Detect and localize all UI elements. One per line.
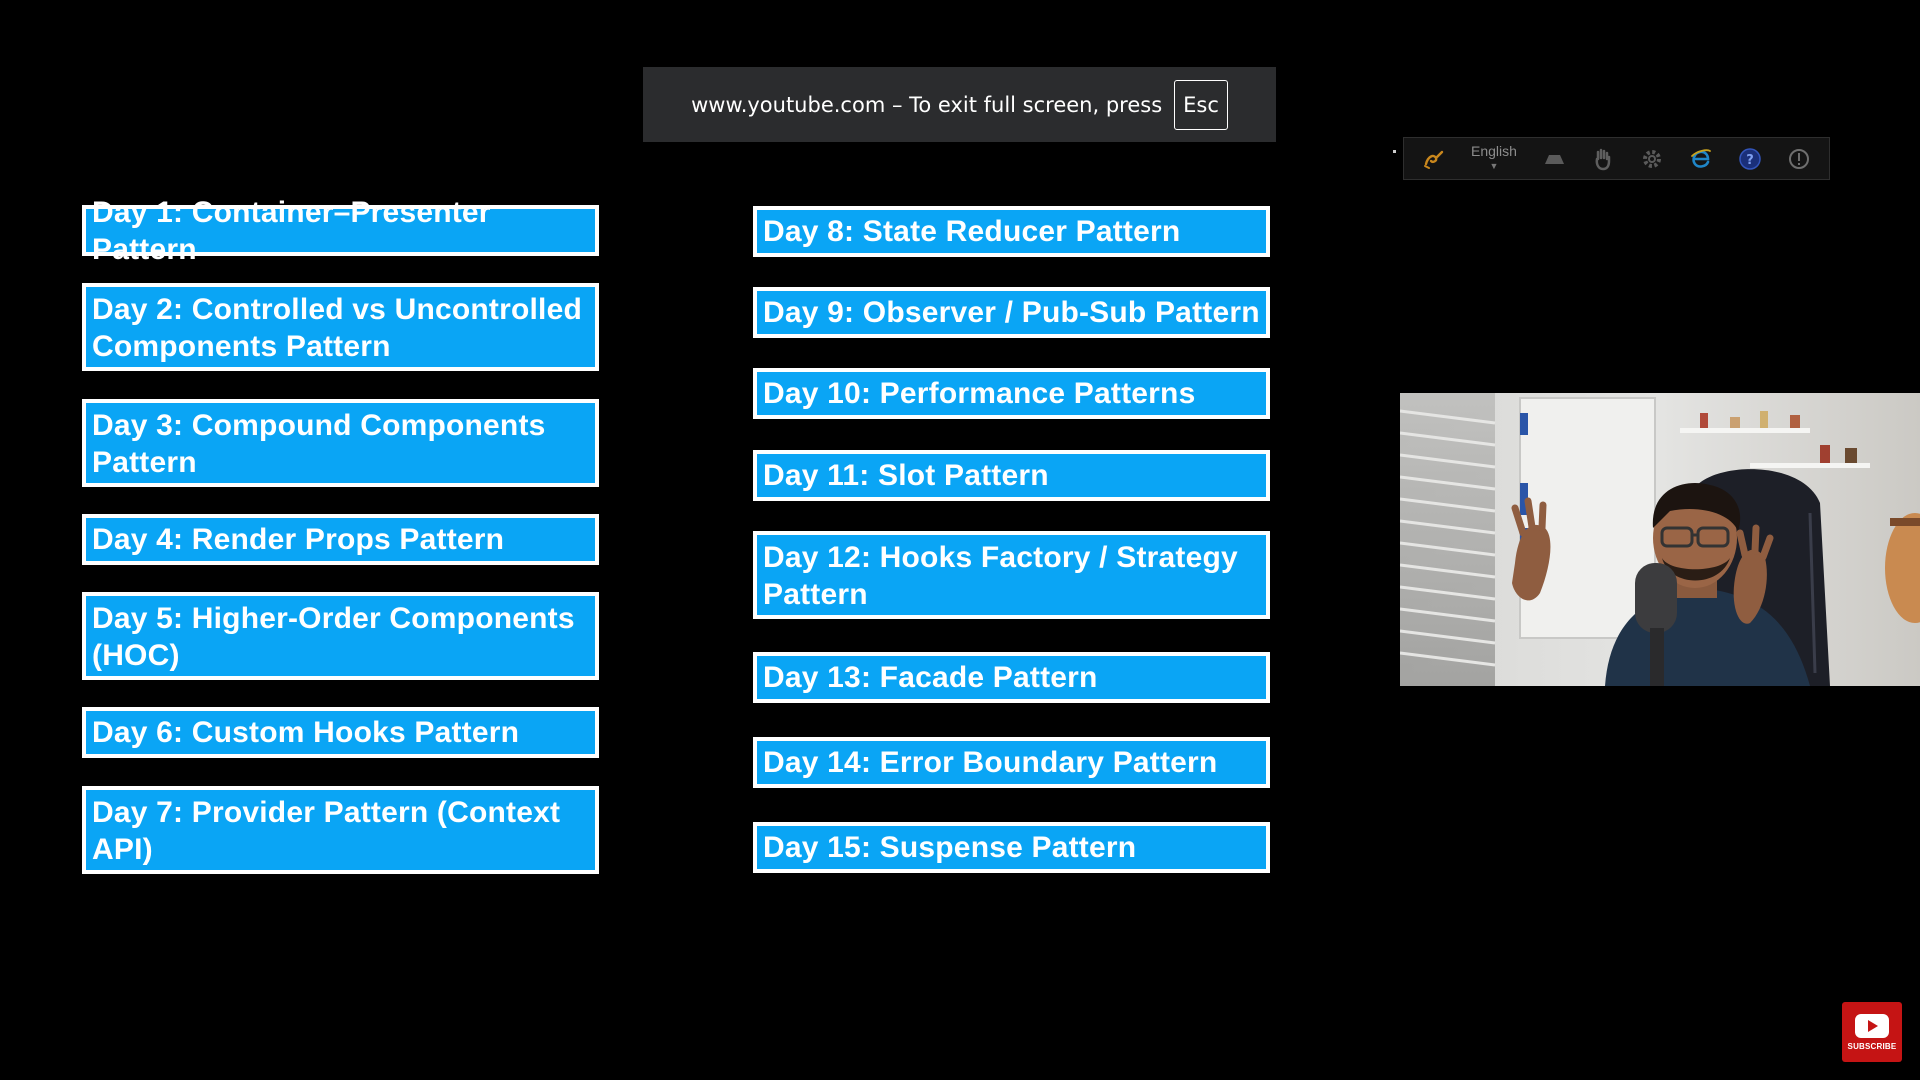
pattern-card-day-7: Day 7: Provider Pattern (Context API) xyxy=(82,786,599,874)
fullscreen-notice-text: www.youtube.com – To exit full screen, p… xyxy=(691,92,1163,117)
info-icon[interactable] xyxy=(1787,147,1811,171)
subscribe-label: SUBSCRIBE xyxy=(1847,1042,1897,1051)
youtube-play-icon xyxy=(1855,1014,1889,1038)
hand-pointer-icon[interactable] xyxy=(1591,147,1615,171)
pattern-card-day-15: Day 15: Suspense Pattern xyxy=(753,822,1270,873)
settings-gear-icon[interactable] xyxy=(1640,147,1664,171)
pattern-card-day-9: Day 9: Observer / Pub-Sub Pattern xyxy=(753,287,1270,338)
fullscreen-exit-notice: www.youtube.com – To exit full screen, p… xyxy=(643,67,1276,142)
chevron-down-icon: ▼ xyxy=(1489,161,1499,171)
pattern-card-day-5: Day 5: Higher-Order Components (HOC) xyxy=(82,592,599,680)
pattern-card-day-8: Day 8: State Reducer Pattern xyxy=(753,206,1270,257)
language-selector[interactable]: English ▼ xyxy=(1471,144,1517,173)
video-frame: www.youtube.com – To exit full screen, p… xyxy=(0,0,1920,1080)
annotation-toolbar: English ▼ ? xyxy=(1403,137,1830,180)
svg-text:?: ? xyxy=(1746,153,1754,168)
screen-draw-icon[interactable] xyxy=(1422,147,1446,171)
presenter-image xyxy=(1400,393,1920,686)
esc-key-hint: Esc xyxy=(1174,79,1228,130)
webcam-video-feed xyxy=(1400,393,1920,686)
pattern-card-day-4: Day 4: Render Props Pattern xyxy=(82,514,599,565)
cursor-dot xyxy=(1393,150,1396,153)
pattern-card-day-1: Day 1: Container–Presenter Pattern xyxy=(82,196,599,266)
pattern-card-day-11: Day 11: Slot Pattern xyxy=(753,450,1270,501)
pattern-card-day-6: Day 6: Custom Hooks Pattern xyxy=(82,707,599,758)
language-label: English xyxy=(1471,143,1517,159)
help-icon[interactable]: ? xyxy=(1738,147,1762,171)
eraser-icon[interactable] xyxy=(1542,147,1566,171)
browser-icon[interactable] xyxy=(1689,147,1713,171)
subscribe-button[interactable]: SUBSCRIBE xyxy=(1842,1002,1902,1062)
pattern-card-day-2: Day 2: Controlled vs Uncontrolled Compon… xyxy=(82,283,599,371)
pattern-card-day-10: Day 10: Performance Patterns xyxy=(753,368,1270,419)
pattern-card-day-13: Day 13: Facade Pattern xyxy=(753,652,1270,703)
pattern-card-day-3: Day 3: Compound Components Pattern xyxy=(82,399,599,487)
pattern-card-day-12: Day 12: Hooks Factory / Strategy Pattern xyxy=(753,531,1270,619)
pattern-card-day-14: Day 14: Error Boundary Pattern xyxy=(753,737,1270,788)
